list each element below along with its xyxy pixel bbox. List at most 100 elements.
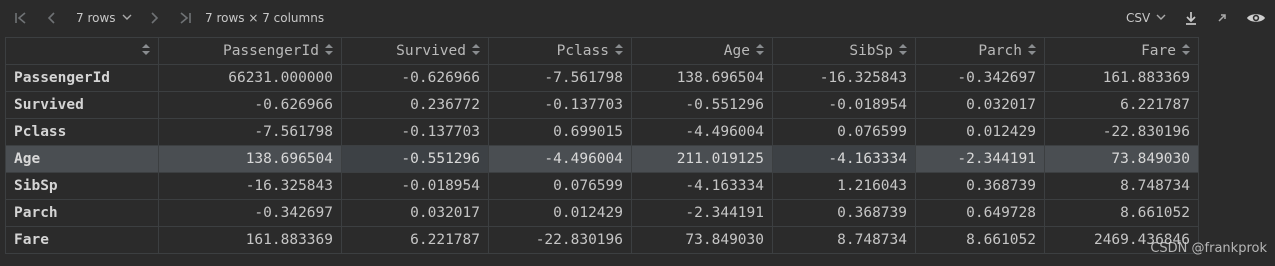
table-cell[interactable]: -4.496004 (488, 145, 632, 173)
table-cell[interactable]: 0.649728 (915, 199, 1045, 227)
table-cell[interactable]: 0.368739 (772, 199, 916, 227)
table-cell[interactable]: 73.849030 (1044, 145, 1199, 173)
column-header[interactable]: Fare (1044, 37, 1199, 65)
table-cell[interactable]: -2.344191 (631, 199, 773, 227)
table-cell[interactable]: -16.325843 (158, 172, 342, 200)
chevron-down-icon (122, 11, 132, 25)
table-cell[interactable]: 6.221787 (1044, 91, 1199, 119)
sort-icon (899, 44, 907, 58)
table-cell[interactable]: -4.163334 (631, 172, 773, 200)
sort-icon (615, 44, 623, 58)
index-column-header[interactable] (5, 37, 159, 65)
watermark: CSDN @frankprok (1150, 241, 1267, 256)
column-header-label: PassengerId (222, 43, 319, 59)
table-cell[interactable]: 0.236772 (341, 91, 489, 119)
sort-icon (1182, 44, 1190, 58)
row-index-label: SibSp (5, 172, 159, 200)
chevron-down-icon (1156, 11, 1166, 25)
table-row[interactable]: Age 138.696504 -0.551296 -4.496004 211.01912… (5, 145, 1199, 173)
sort-icon (1028, 44, 1036, 58)
table-cell[interactable]: 0.032017 (915, 91, 1045, 119)
table-cell[interactable]: 0.076599 (772, 118, 916, 146)
table-row[interactable]: Pclass -7.561798 -0.137703 0.699015 -4.49600… (5, 118, 1199, 146)
table-cell[interactable]: 1.216043 (772, 172, 916, 200)
column-header[interactable]: Survived (341, 37, 489, 65)
dataframe-table: PassengerId Survived Pclass Age SibSp Parch Fa… (5, 37, 1199, 254)
table-cell[interactable]: -0.551296 (631, 91, 773, 119)
table-row[interactable]: Survived -0.626966 0.236772 -0.137703 -0.551… (5, 91, 1199, 119)
export-format-label: CSV (1126, 11, 1151, 25)
download-icon[interactable] (1182, 9, 1200, 27)
row-index-label: Fare (5, 226, 159, 254)
table-row[interactable]: PassengerId 66231.000000 -0.626966 -7.56179… (5, 64, 1199, 92)
last-page-icon[interactable] (176, 9, 196, 27)
table-cell[interactable]: -0.551296 (341, 145, 489, 173)
table-cell[interactable]: -7.561798 (158, 118, 342, 146)
table-cell[interactable]: -7.561798 (488, 64, 632, 92)
table-cell[interactable]: 0.032017 (341, 199, 489, 227)
table-row[interactable]: Parch -0.342697 0.032017 0.012429 -2.344191 0… (5, 199, 1199, 227)
table-cell[interactable]: 0.012429 (488, 199, 632, 227)
table-cell[interactable]: -0.342697 (915, 64, 1045, 92)
row-index-label: Survived (5, 91, 159, 119)
sort-icon (142, 44, 150, 58)
table-cell[interactable]: 8.661052 (1044, 199, 1199, 227)
column-header-label: Parch (978, 43, 1022, 59)
row-index-label: Pclass (5, 118, 159, 146)
table-cell[interactable]: -0.626966 (158, 91, 342, 119)
rows-per-page-label: 7 rows (76, 11, 116, 25)
header-row: PassengerId Survived Pclass Age SibSp Parch Fa… (5, 37, 1199, 65)
column-header-label: SibSp (849, 43, 893, 59)
table-cell[interactable]: 8.748734 (772, 226, 916, 254)
column-header-label: Survived (396, 43, 466, 59)
table-cell[interactable]: 0.699015 (488, 118, 632, 146)
export-format-dropdown[interactable]: CSV (1126, 11, 1166, 25)
table-cell[interactable]: -0.018954 (772, 91, 916, 119)
expand-icon[interactable] (1213, 9, 1231, 27)
table-cell[interactable]: 211.019125 (631, 145, 773, 173)
table-cell[interactable]: -2.344191 (915, 145, 1045, 173)
table-cell[interactable]: 73.849030 (631, 226, 773, 254)
table-cell[interactable]: 161.883369 (158, 226, 342, 254)
table-cell[interactable]: -0.137703 (341, 118, 489, 146)
table-cell[interactable]: 138.696504 (631, 64, 773, 92)
table-cell[interactable]: -0.137703 (488, 91, 632, 119)
eye-icon[interactable] (1245, 9, 1267, 27)
table-cell[interactable]: 6.221787 (341, 226, 489, 254)
sort-icon (325, 44, 333, 58)
table-cell[interactable]: -22.830196 (488, 226, 632, 254)
column-header[interactable]: Pclass (488, 37, 632, 65)
sort-icon (472, 44, 480, 58)
table-cell[interactable]: 8.748734 (1044, 172, 1199, 200)
next-page-icon[interactable] (145, 9, 163, 27)
table-cell[interactable]: -0.018954 (341, 172, 489, 200)
row-index-label: Age (5, 145, 159, 173)
table-toolbar: 7 rows 7 rows × 7 columns CSV (0, 0, 1275, 36)
column-header[interactable]: Parch (915, 37, 1045, 65)
table-cell[interactable]: 66231.000000 (158, 64, 342, 92)
column-header-label: Pclass (556, 43, 609, 59)
table-cell[interactable]: 161.883369 (1044, 64, 1199, 92)
table-cell[interactable]: 0.076599 (488, 172, 632, 200)
column-header[interactable]: Age (631, 37, 773, 65)
table-cell[interactable]: 8.661052 (915, 226, 1045, 254)
table-cell[interactable]: -4.163334 (772, 145, 916, 173)
table-row[interactable]: SibSp -16.325843 -0.018954 0.076599 -4.16333… (5, 172, 1199, 200)
column-header[interactable]: SibSp (772, 37, 916, 65)
table-cell[interactable]: -0.342697 (158, 199, 342, 227)
first-page-icon[interactable] (12, 9, 30, 27)
column-header[interactable]: PassengerId (158, 37, 342, 65)
table-row[interactable]: Fare 161.883369 6.221787 -22.830196 73.84903… (5, 226, 1199, 254)
table-cell[interactable]: -16.325843 (772, 64, 916, 92)
rows-per-page-dropdown[interactable]: 7 rows (76, 11, 132, 25)
row-index-label: PassengerId (5, 64, 159, 92)
table-summary: 7 rows × 7 columns (205, 11, 325, 25)
column-header-label: Fare (1141, 43, 1176, 59)
table-cell[interactable]: -4.496004 (631, 118, 773, 146)
table-cell[interactable]: -0.626966 (341, 64, 489, 92)
table-cell[interactable]: -22.830196 (1044, 118, 1199, 146)
table-cell[interactable]: 0.368739 (915, 172, 1045, 200)
prev-page-icon[interactable] (43, 9, 61, 27)
table-cell[interactable]: 138.696504 (158, 145, 342, 173)
table-cell[interactable]: 0.012429 (915, 118, 1045, 146)
